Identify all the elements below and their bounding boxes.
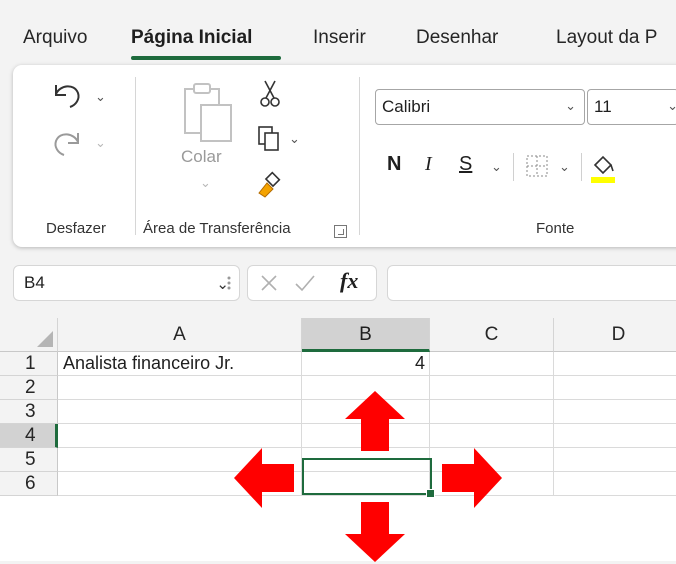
borders-icon[interactable]: [524, 153, 550, 179]
undo-icon[interactable]: [50, 79, 86, 109]
active-cell-selection[interactable]: [302, 458, 432, 495]
cell-c3[interactable]: [430, 400, 554, 424]
format-painter-icon[interactable]: [255, 169, 283, 199]
clipboard-group-label: Área de Transferência: [143, 220, 291, 237]
name-box[interactable]: B4 ⌄: [13, 265, 240, 301]
italic-button[interactable]: I: [425, 153, 432, 176]
row-header-5[interactable]: 5: [0, 448, 58, 472]
paste-dropdown-chevron-icon[interactable]: ⌄: [200, 175, 211, 191]
cell-d3[interactable]: [554, 400, 676, 424]
row-header-4[interactable]: 4: [0, 424, 58, 448]
row-header-1[interactable]: 1: [0, 352, 58, 376]
font-group-label: Fonte: [536, 220, 575, 237]
copy-dropdown-chevron-icon[interactable]: ⌄: [289, 131, 300, 147]
formula-bar-grip-icon[interactable]: [226, 274, 232, 292]
cell-a1[interactable]: Analista financeiro Jr.: [58, 352, 302, 376]
row-header-3[interactable]: 3: [0, 400, 58, 424]
font-separator: [581, 153, 582, 181]
ribbon-tabs: Arquivo Página Inicial Inserir Desenhar …: [0, 0, 676, 62]
font-size-chevron-icon: ⌄: [667, 98, 676, 113]
name-box-value: B4: [24, 273, 45, 292]
insert-function-fx-button[interactable]: fx: [340, 268, 358, 294]
bold-button[interactable]: N: [387, 153, 401, 176]
column-header-b[interactable]: B: [302, 318, 430, 352]
font-name-chevron-icon: ⌄: [565, 98, 576, 113]
font-name-dropdown[interactable]: Calibri ⌄: [375, 89, 585, 125]
borders-dropdown-chevron-icon[interactable]: ⌄: [559, 159, 570, 175]
arrow-right-icon: [442, 448, 502, 508]
formula-buttons: fx: [247, 265, 377, 301]
redo-dropdown-chevron-icon: ⌄: [95, 135, 106, 150]
copy-icon[interactable]: [256, 125, 282, 153]
active-tab-indicator: [131, 56, 281, 60]
tab-desenhar[interactable]: Desenhar: [416, 27, 498, 49]
cell-c1[interactable]: [430, 352, 554, 376]
group-divider: [359, 77, 360, 235]
tab-arquivo[interactable]: Arquivo: [23, 27, 87, 49]
arrow-up-icon: [345, 391, 405, 451]
cell-d4[interactable]: [554, 424, 676, 448]
ribbon-panel: ⌄ ⌄ Desfazer Colar ⌄ ⌄ Área de Transferê…: [13, 65, 676, 247]
cell-d6[interactable]: [554, 472, 676, 496]
cell-a4[interactable]: [58, 424, 302, 448]
arrow-down-icon: [345, 502, 405, 562]
font-name-value: Calibri: [382, 97, 431, 116]
tab-pagina-inicial[interactable]: Página Inicial: [131, 27, 252, 49]
cell-a2[interactable]: [58, 376, 302, 400]
column-header-a[interactable]: A: [58, 318, 302, 352]
font-size-dropdown[interactable]: 11 ⌄: [587, 89, 676, 125]
underline-dropdown-chevron-icon[interactable]: ⌄: [491, 159, 502, 175]
undo-group-label: Desfazer: [46, 220, 107, 237]
cell-d2[interactable]: [554, 376, 676, 400]
tab-inserir[interactable]: Inserir: [313, 27, 366, 49]
cut-scissors-icon[interactable]: [259, 79, 281, 109]
spreadsheet-grid: A B C D 1 2 3 4 5 6 Analista financeiro …: [0, 318, 676, 562]
font-size-value: 11: [594, 97, 612, 116]
cell-a3[interactable]: [58, 400, 302, 424]
group-divider: [135, 77, 136, 235]
undo-dropdown-chevron-icon[interactable]: ⌄: [95, 89, 106, 105]
cell-c4[interactable]: [430, 424, 554, 448]
fill-color-bucket-icon[interactable]: [589, 151, 617, 185]
cell-c2[interactable]: [430, 376, 554, 400]
paste-clipboard-icon[interactable]: [179, 81, 237, 145]
cell-b1[interactable]: 4: [302, 352, 430, 376]
fill-handle[interactable]: [426, 489, 435, 498]
cell-d5[interactable]: [554, 448, 676, 472]
row-header-2[interactable]: 2: [0, 376, 58, 400]
row-header-6[interactable]: 6: [0, 472, 58, 496]
cell-d1[interactable]: [554, 352, 676, 376]
paste-button-label[interactable]: Colar: [181, 147, 222, 167]
tab-layout-da-pagina[interactable]: Layout da P: [556, 27, 657, 49]
column-header-d[interactable]: D: [554, 318, 676, 352]
formula-bar: B4 ⌄ fx: [0, 262, 676, 302]
clipboard-dialog-launcher-icon[interactable]: [334, 225, 347, 238]
enter-checkmark-icon[interactable]: [294, 274, 316, 292]
underline-button[interactable]: S: [459, 153, 472, 176]
formula-input[interactable]: [387, 265, 676, 301]
cancel-x-icon[interactable]: [260, 274, 278, 292]
font-separator: [513, 153, 514, 181]
column-header-c[interactable]: C: [430, 318, 554, 352]
redo-icon: [54, 133, 79, 156]
fill-color-swatch: [591, 177, 615, 183]
arrow-left-icon: [234, 448, 294, 508]
select-all-corner-button[interactable]: [0, 318, 58, 352]
